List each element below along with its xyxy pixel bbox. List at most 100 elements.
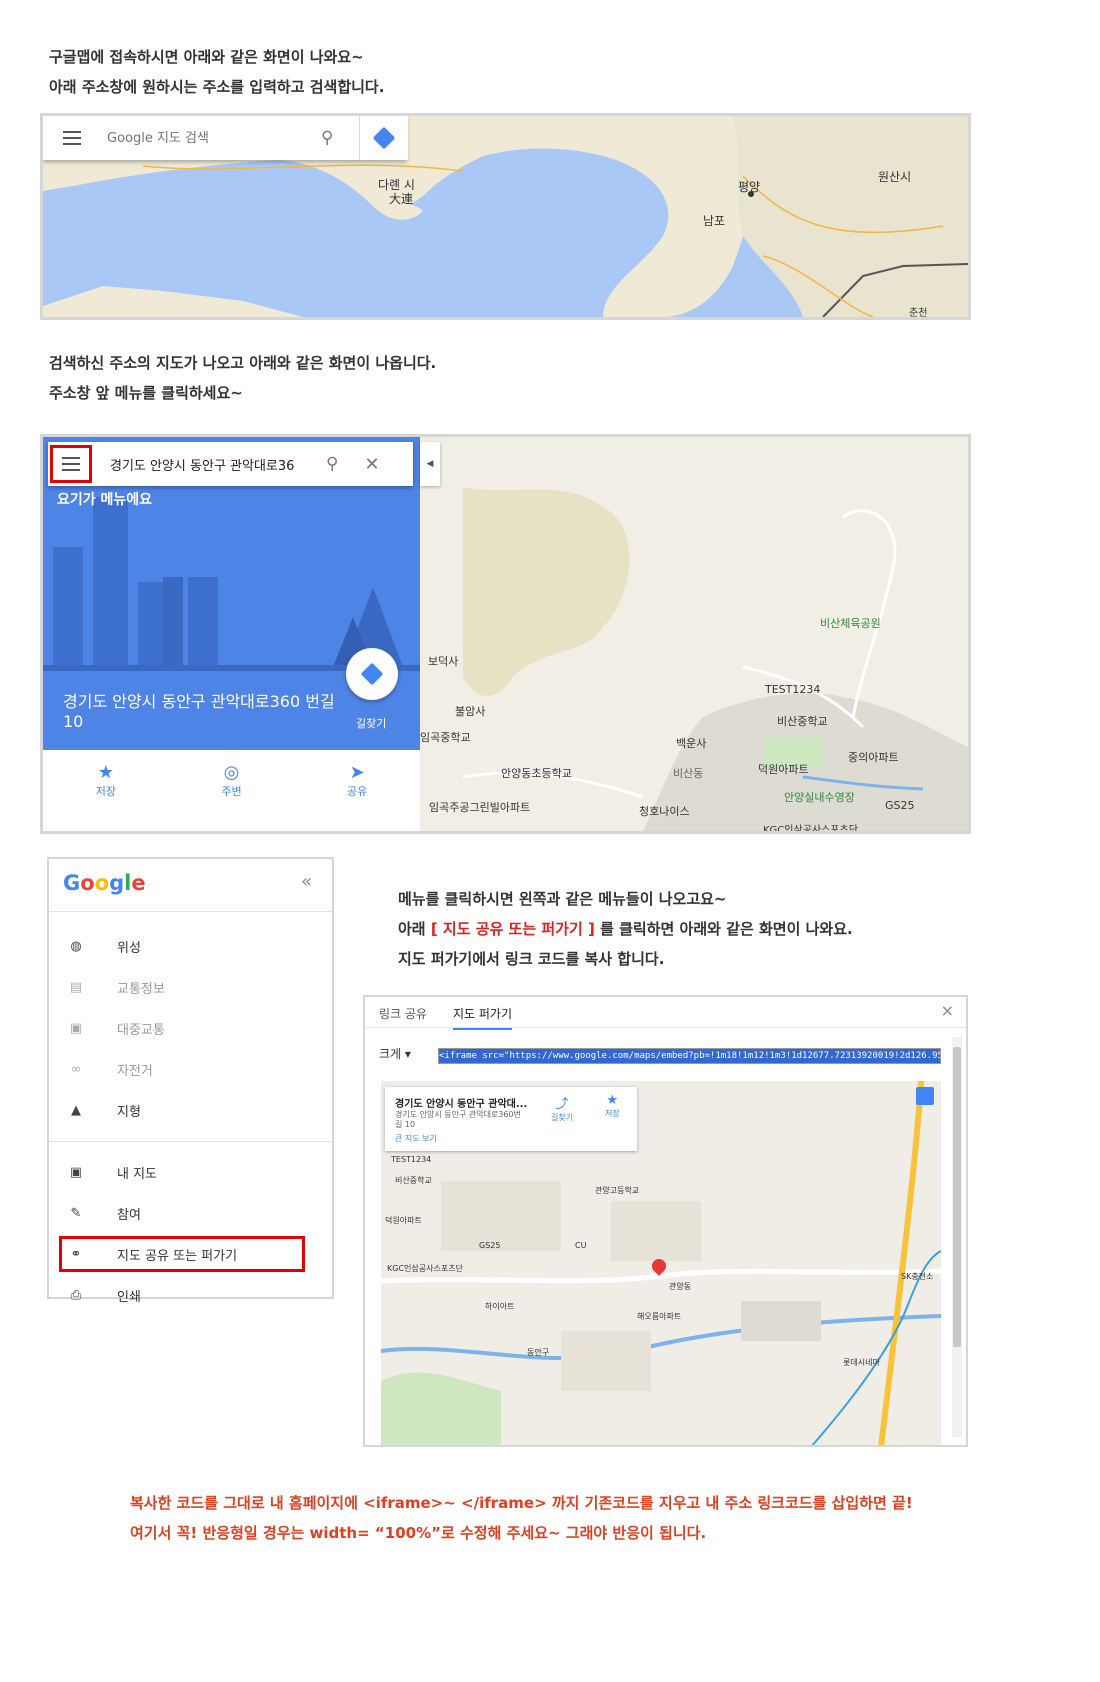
menu-item-label: 자전거 — [117, 1064, 153, 1079]
location-pin-icon — [649, 1256, 669, 1279]
step2-line-2: 주소창 앞 메뉴를 클릭하세요~ — [49, 384, 243, 402]
menu-item-my-maps[interactable]: ▣ 내 지도 — [49, 1152, 332, 1193]
place-panel: 요기가 메뉴에요 경기도 안양시 동안구 관악대로360 번길 10 길찾기 ★… — [43, 437, 420, 831]
label-anyangdong-elem: 안양동초등학교 — [501, 767, 572, 780]
feedback-icon: ✎ — [70, 1206, 82, 1221]
label-cu: CU — [575, 1241, 587, 1250]
label-lotte: 롯데시네마 — [843, 1358, 880, 1367]
account-icon[interactable] — [916, 1087, 934, 1105]
menu-item-label: 지형 — [117, 1105, 141, 1120]
chevron-down-icon: ▾ — [404, 1047, 411, 1061]
label-wonsan: 원산시 — [878, 170, 912, 184]
label-pyongyang: 평양 — [738, 180, 761, 194]
map-result[interactable]: 요기가 메뉴에요 경기도 안양시 동안구 관악대로360 번길 10 길찾기 ★… — [40, 434, 971, 834]
save-action[interactable]: ★ 저장 — [96, 762, 116, 799]
label-nampo: 남포 — [703, 214, 726, 228]
card-save[interactable]: ★ 저장 — [605, 1093, 620, 1119]
search-icon[interactable]: ⚲ — [321, 128, 333, 148]
menu-item-label: 내 지도 — [117, 1167, 158, 1182]
menu-item-satellite[interactable]: ◍ 위성 — [49, 926, 332, 967]
menu-item-label: 참여 — [117, 1208, 141, 1223]
search-icon[interactable]: ⚲ — [326, 454, 338, 474]
size-select[interactable]: 크게 ▾ — [379, 1045, 411, 1062]
intro-text: 구글맵에 접속하시면 아래와 같은 화면이 나와요~ 아래 주소창에 원하시는 … — [49, 42, 384, 102]
card-directions-label: 길찾기 — [551, 1113, 574, 1122]
directions-icon: ⤴ — [555, 1097, 569, 1112]
directions-icon — [372, 126, 396, 150]
label-imgok-apt: 임곡주공그린빌아파트 — [429, 801, 531, 814]
label-gwanyang-high: 관양고등학교 — [595, 1186, 640, 1195]
label-jungui-apt: 중의아파트 — [848, 751, 899, 764]
card-directions[interactable]: ⤴ 길찾기 — [551, 1093, 573, 1123]
embed-preview-map[interactable]: 경기도 안양시 동안구 관악대... 경기도 안양시 동안구 관악대로360번 … — [381, 1081, 941, 1445]
label-dongangu: 동안구 — [527, 1348, 550, 1357]
label-hiart: 하이아트 — [485, 1302, 515, 1311]
menu-item-feedback[interactable]: ✎ 참여 — [49, 1193, 332, 1234]
menu-item-traffic[interactable]: ▤ 교통정보 — [49, 967, 332, 1008]
map2-search-bar[interactable]: ⚲ ✕ — [48, 442, 413, 486]
dialog-scrollbar[interactable] — [952, 1037, 962, 1437]
menu-item-print[interactable]: ⎙ 인쇄 — [49, 1275, 332, 1316]
embed-dialog: 링크 공유 지도 퍼가기 × 크게 ▾ <iframe src="https:/… — [363, 995, 968, 1447]
intro-line-2: 아래 주소창에 원하시는 주소를 입력하고 검색합니다. — [49, 78, 385, 96]
save-action-label: 저장 — [95, 785, 116, 798]
larger-map-link[interactable]: 큰 지도 보기 — [395, 1133, 437, 1144]
note-line-2: 여기서 꼭! 반응형일 경우는 width= “100%”로 수정해 주세요~ … — [130, 1524, 707, 1542]
menu-item-terrain[interactable]: ▲ 지형 — [49, 1090, 332, 1131]
close-dialog-button[interactable]: × — [941, 1001, 954, 1020]
directions-fab[interactable] — [346, 648, 398, 700]
size-select-label: 크게 — [379, 1047, 402, 1061]
google-logo: Google — [63, 871, 146, 895]
close-icon[interactable]: ✕ — [364, 454, 379, 475]
collapse-menu-button[interactable]: « — [301, 871, 312, 892]
menu-icon[interactable] — [63, 131, 81, 145]
label-baekunsa: 백운사 — [676, 737, 707, 750]
terrain-icon: ▲ — [71, 1103, 81, 1118]
bicycle-icon: ∞ — [70, 1062, 82, 1077]
intro-line-1: 구글맵에 접속하시면 아래와 같은 화면이 나와요~ — [49, 48, 364, 66]
nearby-action-label: 주변 — [221, 785, 242, 798]
step2-line-1: 검색하신 주소의 지도가 나오고 아래와 같은 화면이 나옵니다. — [49, 354, 437, 372]
label-deokwon-apt: 덕원아파트 — [758, 763, 809, 776]
place-address: 경기도 안양시 동안구 관악대로360 번길 10 — [63, 692, 335, 731]
menu-callout: 요기가 메뉴에요 — [57, 492, 153, 508]
label-gs25: GS25 — [479, 1241, 501, 1250]
nearby-action[interactable]: ◎ 주변 — [221, 762, 241, 799]
star-icon: ★ — [606, 1093, 619, 1108]
label-deokwon-apt: 덕원아파트 — [385, 1216, 422, 1225]
menu-button-highlight[interactable] — [50, 445, 92, 483]
label-test1234: TEST1234 — [765, 683, 821, 696]
label-kgc: KGC인삼공사스포츠단 — [387, 1264, 463, 1273]
map-search-bar[interactable]: ⚲ — [43, 116, 407, 160]
label-cheongho: 청호나이스 — [639, 805, 690, 818]
directions-button[interactable] — [359, 116, 408, 160]
star-icon: ★ — [97, 762, 114, 783]
dialog-scrollbar-thumb[interactable] — [953, 1047, 961, 1347]
label-bisan-middle: 비산중학교 — [395, 1176, 432, 1185]
share-action[interactable]: ➤ 공유 — [347, 762, 367, 799]
collapse-panel-button[interactable]: ◀ — [420, 442, 440, 486]
menu-item-share-embed[interactable]: ⚭ 지도 공유 또는 퍼가기 — [49, 1234, 332, 1275]
menu-icon[interactable] — [62, 457, 80, 471]
share-embed-highlight — [59, 1236, 305, 1272]
step3-line-3: 지도 퍼가기에서 링크 코드를 복사 합니다. — [398, 950, 665, 968]
share-action-label: 공유 — [347, 785, 368, 798]
side-menu-layers: ◍ 위성 ▤ 교통정보 ▣ 대중교통 ∞ 자전거 ▲ 지형 — [49, 912, 332, 1142]
step3-line-1: 메뉴를 클릭하시면 왼쪽과 같은 메뉴들이 나오고요~ — [398, 890, 727, 908]
note-line-1: 복사한 코드를 그대로 내 홈페이지에 <iframe>~ </iframe> … — [130, 1494, 913, 1512]
label-anyang-pool: 안양실내수영장 — [784, 791, 855, 804]
card-save-label: 저장 — [605, 1109, 620, 1118]
label-kgc: KGC인삼공사스포츠단 — [763, 825, 858, 834]
directions-label[interactable]: 길찾기 — [356, 715, 386, 731]
dialog-divider — [365, 1027, 966, 1028]
step3-text: 메뉴를 클릭하시면 왼쪽과 같은 메뉴들이 나오고요~ 아래 [ 지도 공유 또… — [398, 884, 853, 974]
map-search-input[interactable] — [105, 129, 309, 147]
map-overview[interactable]: ⚲ 다롄 시 大連 평양 남포 원산시 춘천 — [40, 113, 971, 320]
label-gwanyangdong: 관양동 — [669, 1282, 692, 1291]
map2-search-input[interactable] — [108, 455, 318, 473]
embed-code-field[interactable]: <iframe src="https://www.google.com/maps… — [438, 1048, 941, 1064]
tab-share-link[interactable]: 링크 공유 — [379, 1005, 427, 1022]
menu-item-transit[interactable]: ▣ 대중교통 — [49, 1008, 332, 1049]
step3-line-2c: 를 클릭하면 아래와 같은 화면이 나와요. — [594, 920, 853, 938]
menu-item-bicycle[interactable]: ∞ 자전거 — [49, 1049, 332, 1090]
